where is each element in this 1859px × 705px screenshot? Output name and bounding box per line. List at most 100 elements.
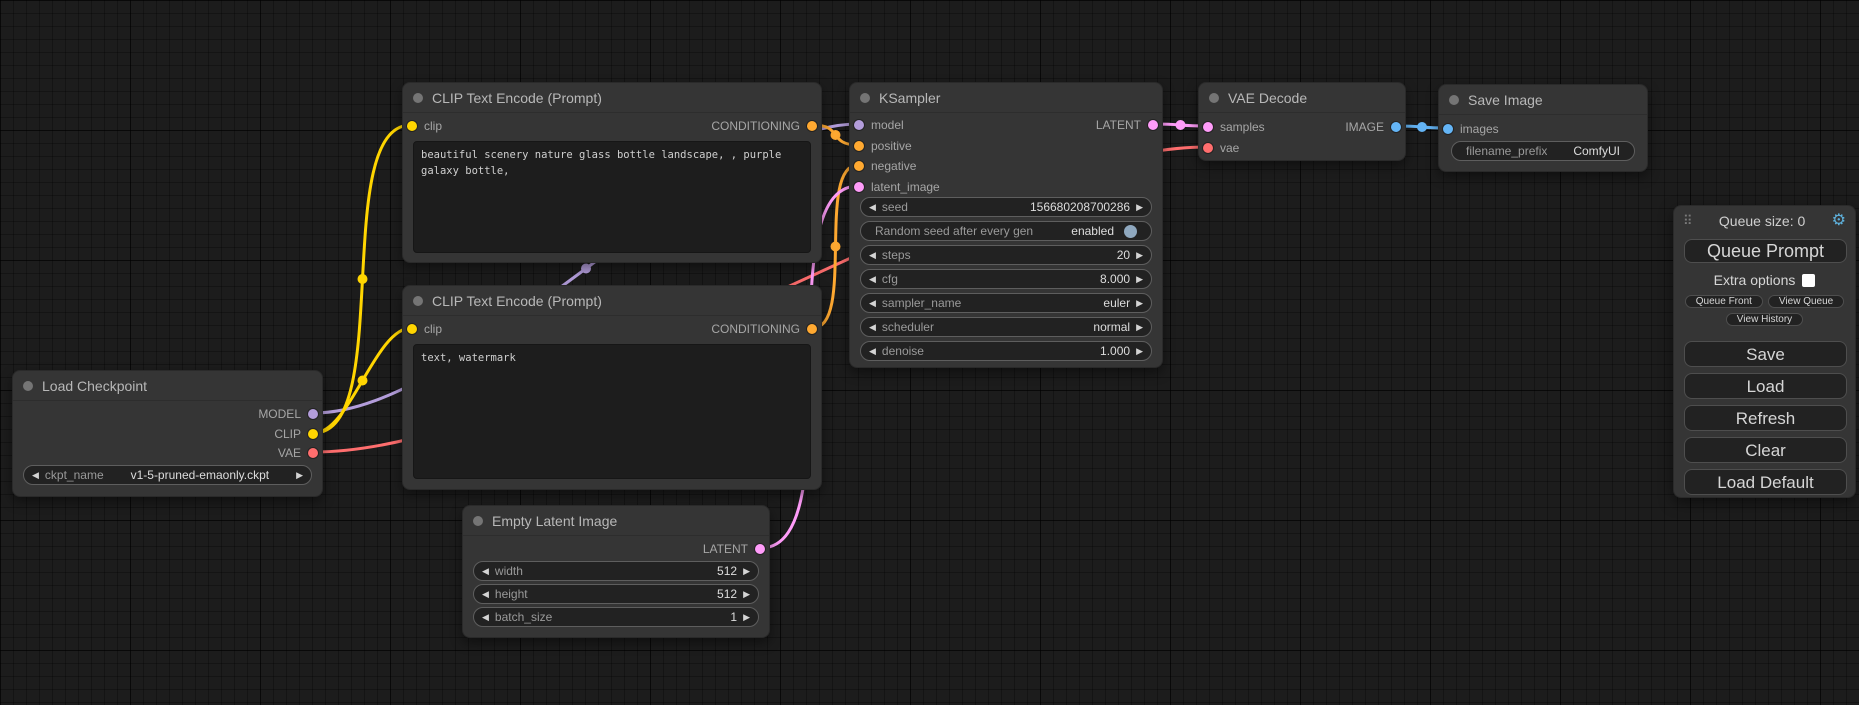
image-slot-dot-icon[interactable] (1443, 124, 1453, 134)
conditioning-slot-dot-icon[interactable] (854, 141, 864, 151)
width-widget[interactable]: ◀ width 512 ▶ (473, 561, 759, 581)
increment-arrow-icon[interactable]: ▶ (1136, 347, 1143, 356)
node-ksampler[interactable]: KSampler model positive negative latent_… (849, 82, 1163, 368)
input-slot-latent-image[interactable]: latent_image (854, 177, 940, 197)
latent-slot-dot-icon[interactable] (854, 182, 864, 192)
node-clip-text-encode-positive[interactable]: CLIP Text Encode (Prompt) clip CONDITION… (402, 82, 822, 263)
denoise-widget[interactable]: ◀ denoise 1.000 ▶ (860, 341, 1152, 361)
model-slot-dot-icon[interactable] (854, 120, 864, 130)
decrement-arrow-icon[interactable]: ◀ (482, 590, 489, 599)
increment-arrow-icon[interactable]: ▶ (296, 471, 303, 480)
queue-prompt-button[interactable]: Queue Prompt (1684, 239, 1847, 263)
output-slot-latent[interactable]: LATENT (1096, 115, 1158, 135)
decrement-arrow-icon[interactable]: ◀ (869, 347, 876, 356)
decrement-arrow-icon[interactable]: ◀ (869, 323, 876, 332)
input-slot-negative[interactable]: negative (854, 156, 916, 176)
decrement-arrow-icon[interactable]: ◀ (869, 251, 876, 260)
collapse-dot-icon[interactable] (473, 516, 483, 526)
batch-size-widget[interactable]: ◀ batch_size 1 ▶ (473, 607, 759, 627)
increment-arrow-icon[interactable]: ▶ (1136, 251, 1143, 260)
ckpt-name-widget[interactable]: ◀ ckpt_name v1-5-pruned-emaonly.ckpt ▶ (23, 465, 312, 485)
seed-widget[interactable]: ◀ seed 156680208700286 ▶ (860, 197, 1152, 217)
conditioning-slot-dot-icon[interactable] (854, 161, 864, 171)
queue-front-button[interactable]: Queue Front (1685, 295, 1763, 308)
decrement-arrow-icon[interactable]: ◀ (869, 299, 876, 308)
collapse-dot-icon[interactable] (1449, 95, 1459, 105)
node-empty-latent-image[interactable]: Empty Latent Image LATENT ◀ width 512 ▶ … (462, 505, 770, 638)
node-title-bar[interactable]: KSampler (850, 83, 1162, 113)
decrement-arrow-icon[interactable]: ◀ (482, 567, 489, 576)
increment-arrow-icon[interactable]: ▶ (1136, 299, 1143, 308)
output-slot-model[interactable]: MODEL (258, 404, 318, 424)
extra-options-checkbox[interactable] (1802, 274, 1815, 287)
decrement-arrow-icon[interactable]: ◀ (869, 275, 876, 284)
decrement-arrow-icon[interactable]: ◀ (482, 613, 489, 622)
load-default-button[interactable]: Load Default (1684, 469, 1847, 495)
view-queue-button[interactable]: View Queue (1768, 295, 1844, 308)
input-slot-model[interactable]: model (854, 115, 904, 135)
image-slot-dot-icon[interactable] (1391, 122, 1401, 132)
input-slot-clip[interactable]: clip (407, 319, 442, 339)
filename-prefix-widget[interactable]: filename_prefix ComfyUI (1451, 141, 1635, 161)
clear-button[interactable]: Clear (1684, 437, 1847, 463)
vae-slot-dot-icon[interactable] (308, 448, 318, 458)
decrement-arrow-icon[interactable]: ◀ (869, 203, 876, 212)
node-title-bar[interactable]: VAE Decode (1199, 83, 1405, 113)
negative-prompt-textarea[interactable]: text, watermark (413, 344, 811, 479)
positive-prompt-textarea[interactable]: beautiful scenery nature glass bottle la… (413, 141, 811, 253)
settings-gear-icon[interactable]: ⚙ (1832, 213, 1846, 229)
scheduler-widget[interactable]: ◀ scheduler normal ▶ (860, 317, 1152, 337)
conditioning-slot-dot-icon[interactable] (807, 121, 817, 131)
toggle-indicator-icon[interactable] (1124, 225, 1137, 238)
node-graph-canvas[interactable]: { "colors": { "model": "#b39ddb", "clip"… (0, 0, 1859, 705)
input-slot-clip[interactable]: clip (407, 116, 442, 136)
refresh-button[interactable]: Refresh (1684, 405, 1847, 431)
height-widget[interactable]: ◀ height 512 ▶ (473, 584, 759, 604)
increment-arrow-icon[interactable]: ▶ (1136, 275, 1143, 284)
collapse-dot-icon[interactable] (413, 93, 423, 103)
latent-slot-dot-icon[interactable] (755, 544, 765, 554)
increment-arrow-icon[interactable]: ▶ (743, 590, 750, 599)
save-button[interactable]: Save (1684, 341, 1847, 367)
clip-slot-dot-icon[interactable] (407, 121, 417, 131)
input-slot-images[interactable]: images (1443, 119, 1499, 139)
vae-slot-dot-icon[interactable] (1203, 143, 1213, 153)
sampler-name-widget[interactable]: ◀ sampler_name euler ▶ (860, 293, 1152, 313)
model-slot-dot-icon[interactable] (308, 409, 318, 419)
latent-slot-dot-icon[interactable] (1148, 120, 1158, 130)
output-slot-image[interactable]: IMAGE (1345, 117, 1401, 137)
increment-arrow-icon[interactable]: ▶ (1136, 203, 1143, 212)
clip-slot-dot-icon[interactable] (407, 324, 417, 334)
node-clip-text-encode-negative[interactable]: CLIP Text Encode (Prompt) clip CONDITION… (402, 285, 822, 490)
output-slot-conditioning[interactable]: CONDITIONING (711, 319, 817, 339)
collapse-dot-icon[interactable] (413, 296, 423, 306)
drag-handle-icon[interactable]: ⠿ (1683, 213, 1693, 229)
cfg-widget[interactable]: ◀ cfg 8.000 ▶ (860, 269, 1152, 289)
node-save-image[interactable]: Save Image images filename_prefix ComfyU… (1438, 84, 1648, 172)
node-title-bar[interactable]: CLIP Text Encode (Prompt) (403, 286, 821, 316)
node-title-bar[interactable]: CLIP Text Encode (Prompt) (403, 83, 821, 113)
latent-slot-dot-icon[interactable] (1203, 122, 1213, 132)
view-history-button[interactable]: View History (1726, 313, 1803, 326)
node-vae-decode[interactable]: VAE Decode samples vae IMAGE (1198, 82, 1406, 161)
node-load-checkpoint[interactable]: Load Checkpoint MODEL CLIP VAE ◀ ckpt_na… (12, 370, 323, 497)
collapse-dot-icon[interactable] (1209, 93, 1219, 103)
random-seed-toggle-widget[interactable]: Random seed after every gen enabled (860, 221, 1152, 241)
node-title-bar[interactable]: Load Checkpoint (13, 371, 322, 401)
increment-arrow-icon[interactable]: ▶ (1136, 323, 1143, 332)
decrement-arrow-icon[interactable]: ◀ (32, 471, 39, 480)
collapse-dot-icon[interactable] (860, 93, 870, 103)
input-slot-vae[interactable]: vae (1203, 138, 1239, 158)
increment-arrow-icon[interactable]: ▶ (743, 613, 750, 622)
input-slot-samples[interactable]: samples (1203, 117, 1265, 137)
steps-widget[interactable]: ◀ steps 20 ▶ (860, 245, 1152, 265)
output-slot-conditioning[interactable]: CONDITIONING (711, 116, 817, 136)
collapse-dot-icon[interactable] (23, 381, 33, 391)
input-slot-positive[interactable]: positive (854, 136, 912, 156)
load-button[interactable]: Load (1684, 373, 1847, 399)
output-slot-latent[interactable]: LATENT (703, 539, 765, 559)
clip-slot-dot-icon[interactable] (308, 429, 318, 439)
node-title-bar[interactable]: Save Image (1439, 85, 1647, 115)
output-slot-clip[interactable]: CLIP (274, 424, 318, 444)
conditioning-slot-dot-icon[interactable] (807, 324, 817, 334)
